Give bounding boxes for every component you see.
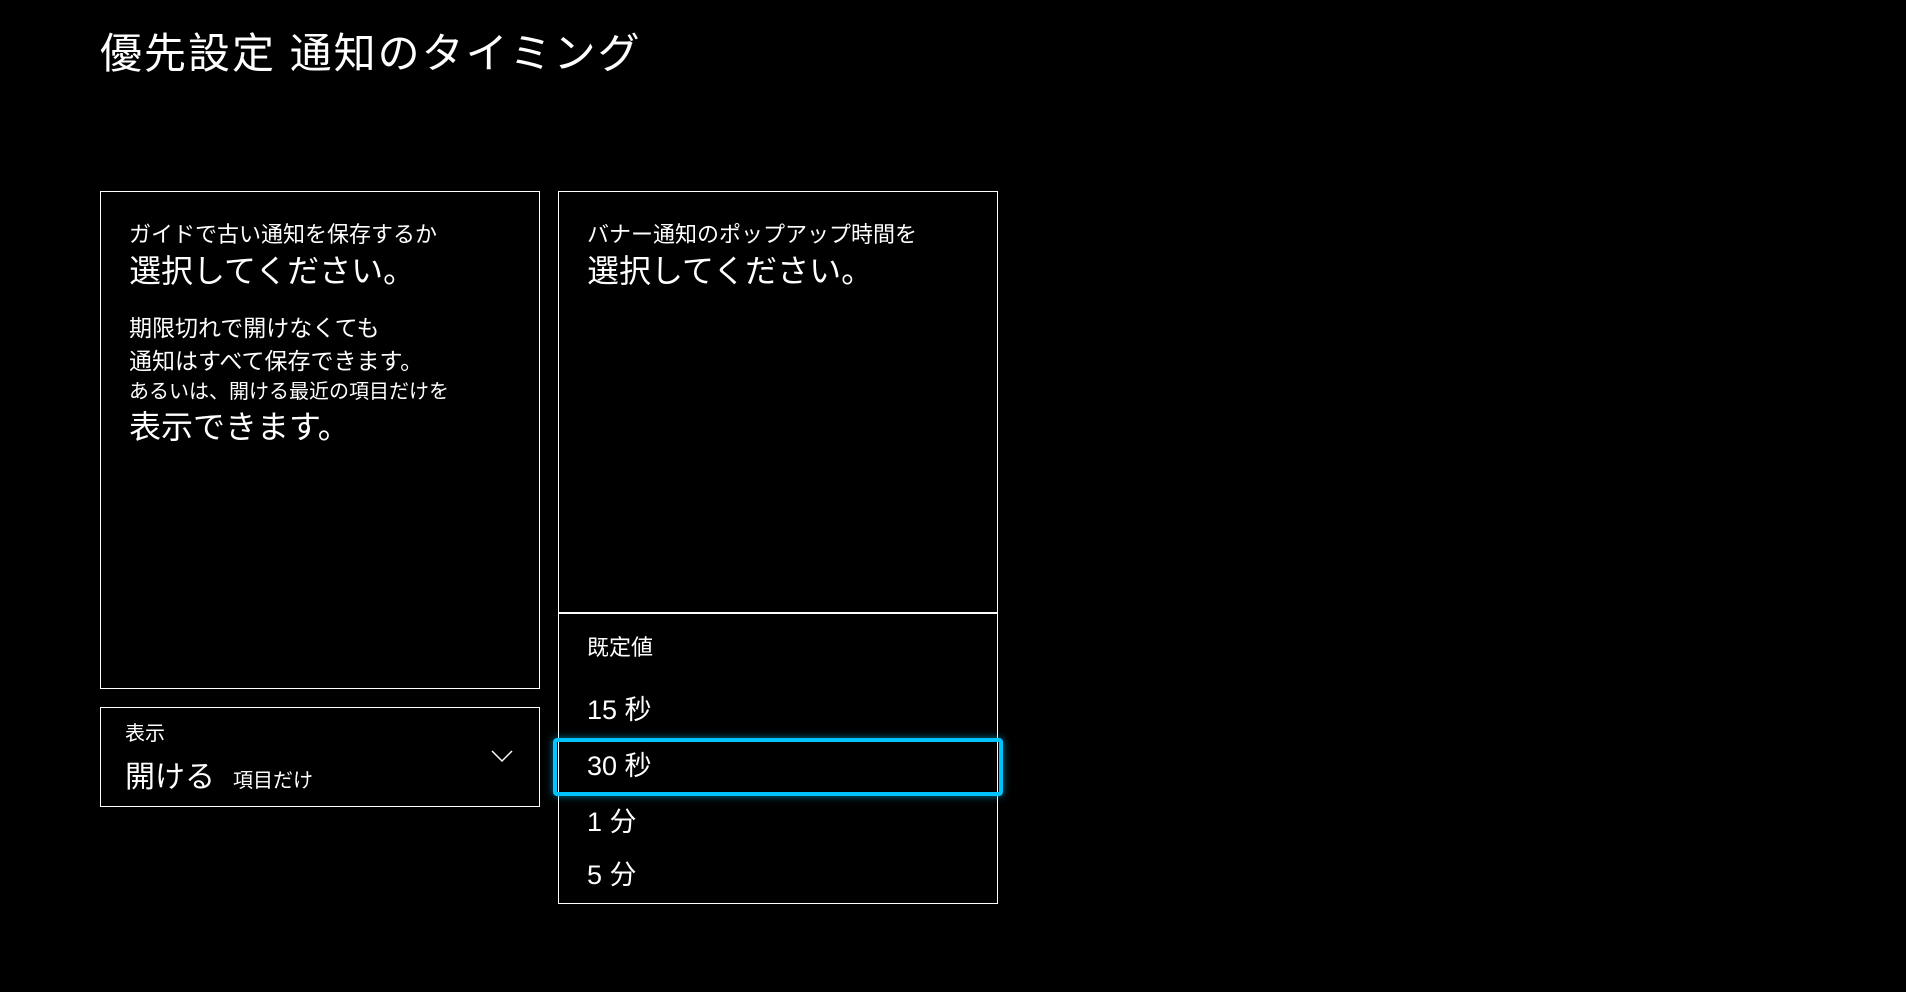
dropdown-header: 既定値 — [559, 614, 997, 672]
page-title: 優先設定 通知のタイミング — [100, 20, 1806, 81]
panel-text: 選択してください。 — [587, 251, 969, 293]
timing-option-5m[interactable]: 5 分 — [559, 849, 997, 903]
chevron-down-icon — [489, 743, 515, 769]
panel-text: 通知はすべて保存できます。 — [129, 345, 511, 377]
left-column: ガイドで古い通知を保存するか 選択してください。 期限切れで開けなくても 通知は… — [100, 191, 540, 904]
dropdown-value: 開ける 項目だけ — [125, 752, 313, 796]
timing-dropdown-open: 既定値 15 秒 30 秒 1 分 5 分 — [558, 613, 998, 904]
timing-option-15s[interactable]: 15 秒 — [559, 672, 997, 738]
display-dropdown[interactable]: 表示 開ける 項目だけ — [100, 707, 540, 807]
dropdown-label: 表示 — [125, 717, 313, 746]
save-notifications-panel: ガイドで古い通知を保存するか 選択してください。 期限切れで開けなくても 通知は… — [100, 191, 540, 689]
panel-text: 期限切れで開けなくても — [129, 312, 511, 344]
dropdown-value-sub: 項目だけ — [233, 764, 313, 793]
popup-time-panel: バナー通知のポップアップ時間を 選択してください。 — [558, 191, 998, 613]
settings-columns: ガイドで古い通知を保存するか 選択してください。 期限切れで開けなくても 通知は… — [100, 191, 1806, 904]
dropdown-text: 表示 開ける 項目だけ — [125, 717, 313, 796]
right-column: バナー通知のポップアップ時間を 選択してください。 既定値 15 秒 30 秒 … — [558, 191, 998, 904]
timing-option-1m[interactable]: 1 分 — [559, 796, 997, 850]
panel-text: バナー通知のポップアップ時間を — [587, 220, 969, 251]
panel-text: あるいは、開ける最近の項目だけを — [129, 377, 511, 407]
timing-option-30s[interactable]: 30 秒 — [553, 738, 1003, 796]
dropdown-value-main: 開ける — [125, 752, 215, 796]
panel-text: 選択してください。 — [129, 251, 511, 293]
panel-text: ガイドで古い通知を保存するか — [129, 220, 511, 251]
panel-text: 表示できます。 — [129, 407, 511, 449]
